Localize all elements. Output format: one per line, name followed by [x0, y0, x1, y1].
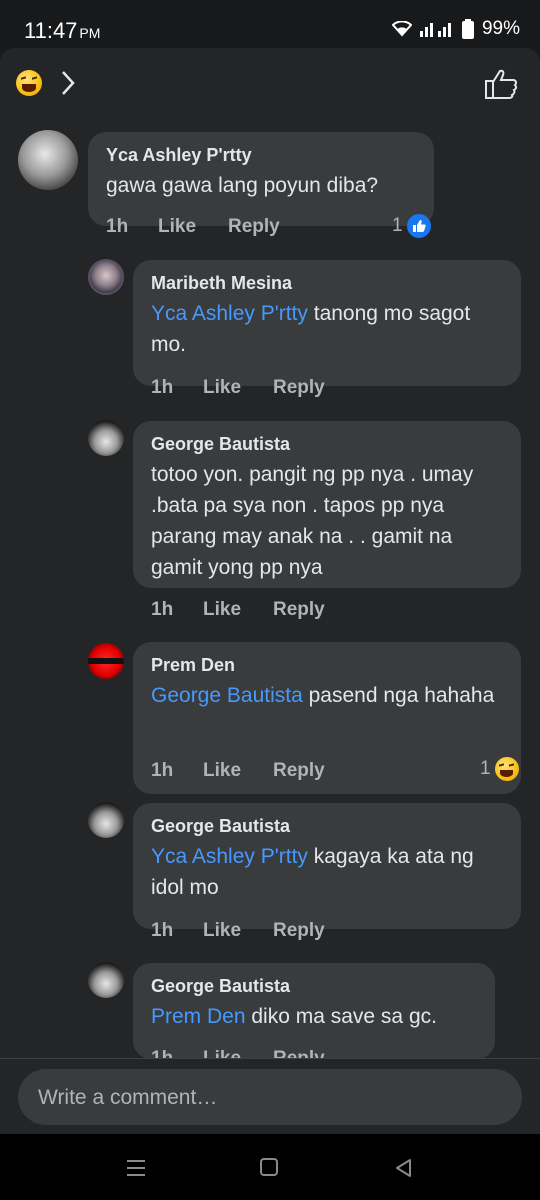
mention-link[interactable]: Prem Den — [151, 1005, 246, 1028]
recent-apps-icon[interactable] — [126, 1159, 146, 1177]
comment-actions: 1h Like Reply — [151, 920, 325, 942]
home-icon[interactable] — [260, 1158, 278, 1176]
comment-actions: 1h Like Reply — [106, 216, 280, 238]
comment-time[interactable]: 1h — [106, 216, 158, 238]
reply-button[interactable]: Reply — [273, 599, 325, 621]
comment-text: Prem Den diko ma save sa gc. — [151, 1005, 437, 1028]
comment-time[interactable]: 1h — [151, 377, 203, 399]
haha-reaction-icon[interactable] — [16, 70, 42, 96]
mention-link[interactable]: Yca Ashley P'rtty — [151, 845, 308, 868]
back-icon[interactable] — [394, 1158, 412, 1178]
reply-button[interactable]: Reply — [273, 377, 325, 399]
chevron-right-icon[interactable] — [60, 70, 76, 96]
comment-composer[interactable] — [18, 1069, 522, 1127]
comment-actions: 1h Like Reply — [151, 377, 325, 399]
comment-actions: 1h Like Reply — [151, 760, 325, 782]
avatar[interactable] — [18, 130, 78, 190]
comment-bubble[interactable]: George Bautista Prem Den diko ma save sa… — [133, 963, 495, 1059]
reply-button[interactable]: Reply — [228, 216, 280, 238]
avatar[interactable] — [88, 643, 124, 679]
comment-actions: 1h Like Reply — [151, 599, 325, 621]
comment-text: Yca Ashley P'rtty kagaya ka ata ng idol … — [151, 845, 474, 899]
like-button[interactable]: Like — [158, 216, 228, 238]
comment-text: Yca Ashley P'rtty tanong mo sagot mo. — [151, 302, 471, 356]
comment-text: gawa gawa lang poyun diba? — [106, 174, 379, 197]
avatar[interactable] — [88, 802, 124, 838]
comment-bubble[interactable]: Maribeth Mesina Yca Ashley P'rtty tanong… — [133, 260, 521, 386]
comment-time[interactable]: 1h — [151, 599, 203, 621]
battery-level: 99% — [481, 18, 520, 39]
reaction-count: 1 — [480, 758, 491, 779]
comment-author[interactable]: George Bautista — [151, 433, 503, 455]
like-button[interactable]: Like — [203, 377, 273, 399]
avatar[interactable] — [88, 420, 124, 456]
like-button[interactable]: Like — [203, 760, 273, 782]
thumbs-up-icon[interactable] — [484, 68, 518, 100]
mention-link[interactable]: George Bautista — [151, 684, 303, 707]
reaction-summary[interactable]: 1 — [480, 757, 519, 781]
like-button[interactable]: Like — [203, 920, 273, 942]
reply-button[interactable]: Reply — [273, 920, 325, 942]
like-badge-icon — [406, 214, 431, 238]
haha-reaction-icon — [494, 757, 519, 781]
like-button[interactable]: Like — [203, 599, 273, 621]
comment-bubble[interactable]: George Bautista totoo yon. pangit ng pp … — [133, 421, 521, 588]
comment-bubble[interactable]: Yca Ashley P'rtty gawa gawa lang poyun d… — [88, 132, 434, 226]
comment-time[interactable]: 1h — [151, 920, 203, 942]
signal-icon — [419, 23, 451, 37]
comment-author[interactable]: George Bautista — [151, 975, 477, 997]
comment-input[interactable] — [36, 1069, 510, 1127]
reactions-header[interactable] — [0, 48, 540, 120]
wifi-icon — [391, 21, 412, 37]
comment-text: totoo yon. pangit ng pp nya . umay .bata… — [151, 463, 474, 579]
clock: 11:47 PM — [24, 18, 101, 43]
system-nav-bar — [0, 1134, 540, 1200]
comment-time[interactable]: 1h — [151, 760, 203, 782]
status-bar: 11:47 PM 99% — [0, 0, 540, 48]
comment-author[interactable]: Yca Ashley P'rtty — [106, 144, 416, 166]
comment-author[interactable]: Prem Den — [151, 654, 503, 676]
comment-bubble[interactable]: George Bautista Yca Ashley P'rtty kagaya… — [133, 803, 521, 929]
avatar[interactable] — [88, 962, 124, 998]
comment-author[interactable]: George Bautista — [151, 815, 503, 837]
reply-button[interactable]: Reply — [273, 760, 325, 782]
comment-author[interactable]: Maribeth Mesina — [151, 272, 503, 294]
reaction-summary[interactable]: 1 — [392, 214, 431, 238]
comment-text: George Bautista pasend nga hahaha — [151, 684, 495, 707]
battery-icon — [461, 19, 474, 39]
reaction-count: 1 — [392, 215, 403, 236]
avatar[interactable] — [88, 259, 124, 295]
comments-sheet: Yca Ashley P'rtty gawa gawa lang poyun d… — [0, 48, 540, 1134]
mention-link[interactable]: Yca Ashley P'rtty — [151, 302, 308, 325]
